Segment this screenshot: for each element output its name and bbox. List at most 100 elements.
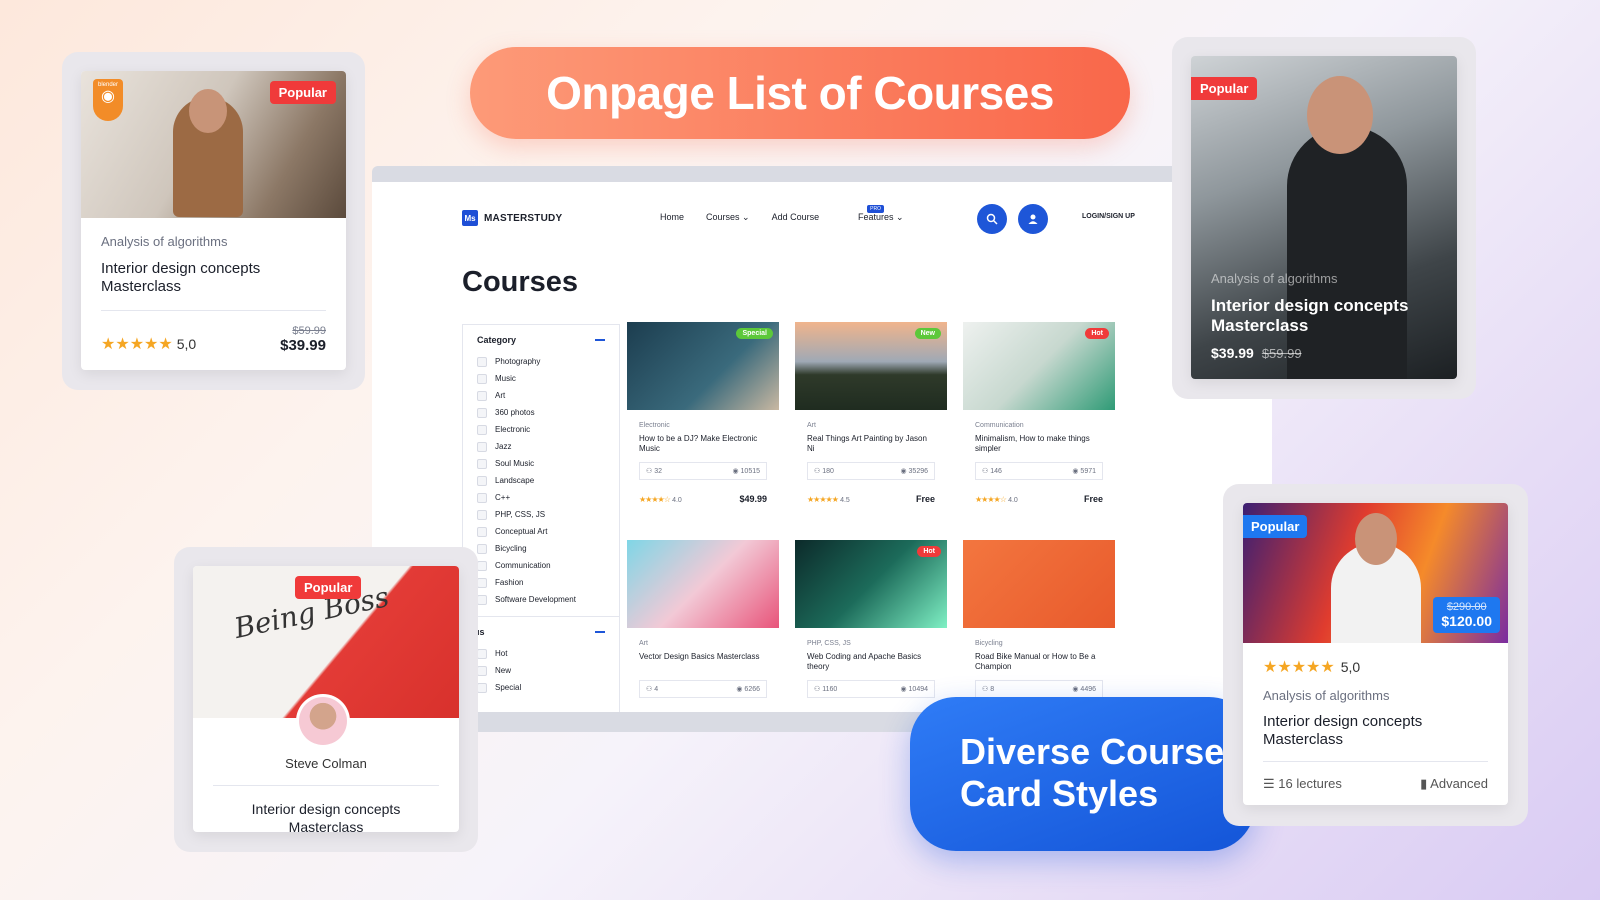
filter-option[interactable]: Bicycling: [477, 540, 619, 557]
filter-label: Hot: [495, 649, 508, 658]
checkbox[interactable]: [477, 560, 487, 571]
checkbox[interactable]: [477, 373, 487, 384]
card-style-b-frame: Popular Analysis of algorithms Interior …: [1172, 37, 1476, 399]
checkbox[interactable]: [477, 682, 487, 693]
course-card[interactable]: Special Electronic How to be a DJ? Make …: [627, 322, 779, 504]
course-card[interactable]: New Art Real Things Art Painting by Jaso…: [795, 322, 947, 504]
old-price: $59.99: [1261, 346, 1302, 361]
checkbox[interactable]: [477, 577, 487, 588]
checkbox[interactable]: [477, 509, 487, 520]
login-link[interactable]: LOGIN/SIGN UP: [1082, 213, 1135, 220]
filter-option[interactable]: PHP, CSS, JS: [477, 506, 619, 523]
course-title[interactable]: Interior design concepts Masterclass: [1263, 713, 1453, 749]
course-card[interactable]: Hot Communication Minimalism, How to mak…: [963, 322, 1115, 504]
course-card[interactable]: Art Vector Design Basics Masterclass ⚇ 4…: [627, 540, 779, 698]
course-title[interactable]: Interior design concepts Masterclass: [101, 260, 291, 296]
course-title[interactable]: How to be a DJ? Make Electronic Music: [639, 434, 767, 456]
course-title[interactable]: Interior design concepts Masterclass: [231, 800, 421, 832]
students-count: 8: [990, 686, 995, 693]
nav-add-course[interactable]: Add CoursePRO: [771, 205, 884, 223]
status-badge: New: [914, 328, 941, 339]
page-title: Courses: [462, 266, 579, 298]
course-card[interactable]: Bicycling Road Bike Manual or How to Be …: [963, 540, 1115, 698]
checkbox[interactable]: [477, 594, 487, 605]
avatar: [296, 694, 350, 748]
checkbox[interactable]: [477, 475, 487, 486]
nav-home[interactable]: Home: [660, 212, 684, 223]
course-title[interactable]: Real Things Art Painting by Jason Ni: [807, 434, 935, 456]
course-thumbnail[interactable]: [627, 540, 779, 628]
filter-option[interactable]: Electronic: [477, 421, 619, 438]
checkbox[interactable]: [477, 648, 487, 659]
students-stat: ⚇ 4: [646, 685, 658, 693]
rating-value: 4.0: [1008, 496, 1018, 504]
price: $120.00: [1441, 613, 1492, 629]
filter-option[interactable]: Communication: [477, 557, 619, 574]
checkbox[interactable]: [477, 526, 487, 537]
checkbox[interactable]: [477, 356, 487, 367]
filter-option[interactable]: Conceptual Art: [477, 523, 619, 540]
rating-stars: ★★★★☆: [639, 494, 671, 504]
category-heading-label: Category: [477, 335, 517, 345]
checkbox[interactable]: [477, 492, 487, 503]
checkbox[interactable]: [477, 665, 487, 676]
filter-label: Jazz: [495, 442, 512, 451]
user-icon: [1028, 214, 1038, 224]
course-footer: ★★★★☆ 4.0 $49.99: [639, 494, 767, 504]
filter-option[interactable]: 360 photos: [477, 404, 619, 421]
course-card-b[interactable]: Popular Analysis of algorithms Interior …: [1191, 56, 1457, 379]
checkbox[interactable]: [477, 407, 487, 418]
category-heading[interactable]: Category: [477, 335, 619, 345]
course-thumbnail[interactable]: [963, 540, 1115, 628]
site-logo[interactable]: Ms MASTERSTUDY: [462, 210, 562, 226]
eye-icon: ◉: [1072, 686, 1079, 693]
course-title[interactable]: Vector Design Basics Masterclass: [639, 652, 767, 674]
main-nav: Home Courses ⌄ Add CoursePRO Features ⌄: [660, 205, 904, 223]
filter-option[interactable]: C++: [477, 489, 619, 506]
checkbox[interactable]: [477, 543, 487, 554]
status-heading[interactable]: tatus: [463, 627, 619, 637]
filter-option[interactable]: Hot: [477, 645, 619, 662]
nav-features[interactable]: Features ⌄: [858, 212, 904, 223]
filter-option[interactable]: Landscape: [477, 472, 619, 489]
filter-option[interactable]: Fashion: [477, 574, 619, 591]
filter-option[interactable]: Jazz: [477, 438, 619, 455]
course-thumbnail[interactable]: Special: [627, 322, 779, 410]
filter-option[interactable]: New: [477, 662, 619, 679]
course-title[interactable]: Minimalism, How to make things simpler: [975, 434, 1103, 456]
course-category: Communication: [975, 422, 1024, 429]
filter-option[interactable]: Soul Music: [477, 455, 619, 472]
filter-option[interactable]: Special: [477, 679, 619, 696]
filter-option[interactable]: Software Development: [477, 591, 619, 608]
course-card[interactable]: Hot PHP, CSS, JS Web Coding and Apache B…: [795, 540, 947, 698]
course-card-a[interactable]: blender ◉ Popular Analysis of algorithms …: [81, 71, 346, 370]
filter-label: Special: [495, 683, 522, 692]
checkbox[interactable]: [477, 458, 487, 469]
checkbox[interactable]: [477, 390, 487, 401]
checkbox[interactable]: [477, 441, 487, 452]
nav-courses[interactable]: Courses ⌄: [706, 212, 750, 223]
course-footer: ★★★★★ 4.5 Free: [807, 494, 935, 504]
course-thumbnail[interactable]: Hot: [795, 540, 947, 628]
popular-badge: Popular: [1243, 515, 1308, 538]
search-button[interactable]: [977, 204, 1007, 234]
course-title[interactable]: Road Bike Manual or How to Be a Champion: [975, 652, 1103, 674]
course-category: Art: [807, 422, 816, 429]
filter-option[interactable]: Photography: [477, 353, 619, 370]
author-name[interactable]: Steve Colman: [193, 756, 459, 771]
course-thumbnail[interactable]: New: [795, 322, 947, 410]
course-thumbnail[interactable]: Hot: [963, 322, 1115, 410]
checkbox[interactable]: [477, 424, 487, 435]
collapse-icon[interactable]: [595, 339, 605, 341]
course-title[interactable]: Interior design concepts Masterclass: [1211, 296, 1421, 336]
course-title[interactable]: Web Coding and Apache Basics theory: [807, 652, 935, 674]
nav-add-course-label: Add Course: [771, 212, 820, 222]
bar-chart-icon: ▮: [1420, 776, 1428, 791]
account-button[interactable]: [1018, 204, 1048, 234]
collapse-icon[interactable]: [595, 631, 605, 633]
filter-option[interactable]: Music: [477, 370, 619, 387]
course-category: Electronic: [639, 422, 670, 429]
filter-option[interactable]: Art: [477, 387, 619, 404]
course-card-d[interactable]: Popular $290.00 $120.00 ★★★★★ 5,0 Analysi…: [1243, 503, 1508, 805]
course-card-c[interactable]: Being Boss Popular Steve Colman Interior…: [193, 566, 459, 832]
